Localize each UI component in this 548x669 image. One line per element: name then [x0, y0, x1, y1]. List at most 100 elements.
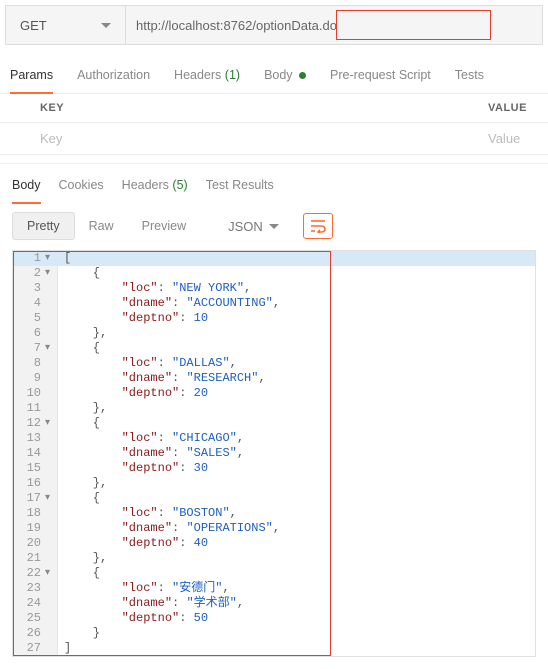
code-content: },	[58, 401, 107, 416]
line-number: 26	[13, 626, 45, 641]
fold-toggle-icon[interactable]: ▾	[45, 341, 58, 356]
fold-toggle-icon	[45, 551, 58, 566]
fold-toggle-icon	[45, 446, 58, 461]
format-select[interactable]: JSON	[218, 213, 289, 240]
wrap-lines-button[interactable]	[303, 213, 333, 239]
line-number: 22	[13, 566, 45, 581]
fold-toggle-icon	[45, 581, 58, 596]
code-content: {	[58, 491, 100, 506]
fold-toggle-icon	[45, 326, 58, 341]
code-line: 3 "loc": "NEW YORK",	[13, 281, 535, 296]
line-number: 17	[13, 491, 45, 506]
request-bar: GET http://localhost:8762/optionData.do	[5, 5, 543, 45]
line-number: 14	[13, 446, 45, 461]
fold-toggle-icon	[45, 281, 58, 296]
code-content: "deptno": 10	[58, 311, 208, 326]
fold-toggle-icon	[45, 641, 58, 656]
line-number: 13	[13, 431, 45, 446]
tab-authorization[interactable]: Authorization	[77, 68, 150, 93]
code-content: "loc": "安德门",	[58, 581, 230, 596]
code-line: 25 "deptno": 50	[13, 611, 535, 626]
fold-toggle-icon	[45, 311, 58, 326]
fold-toggle-icon	[45, 626, 58, 641]
code-line: 23 "loc": "安德门",	[13, 581, 535, 596]
line-number: 24	[13, 596, 45, 611]
view-preview[interactable]: Preview	[128, 213, 200, 239]
fold-toggle-icon	[45, 386, 58, 401]
params-table: KEY VALUE Key Value	[0, 94, 548, 155]
fold-toggle-icon[interactable]: ▾	[45, 251, 58, 266]
fold-toggle-icon	[45, 401, 58, 416]
code-content: "loc": "DALLAS",	[58, 356, 237, 371]
line-number: 5	[13, 311, 45, 326]
http-method-select[interactable]: GET	[6, 6, 126, 44]
code-content: "deptno": 40	[58, 536, 208, 551]
fold-toggle-icon	[45, 596, 58, 611]
line-number: 19	[13, 521, 45, 536]
code-line: 10 "deptno": 20	[13, 386, 535, 401]
line-number: 20	[13, 536, 45, 551]
rtab-headers[interactable]: Headers (5)	[122, 178, 188, 204]
rtab-test-results[interactable]: Test Results	[206, 178, 274, 204]
code-content: [	[58, 251, 71, 266]
fold-toggle-icon[interactable]: ▾	[45, 566, 58, 581]
code-line: 1▾[	[13, 251, 535, 266]
rtab-body[interactable]: Body	[12, 178, 41, 204]
params-row-empty[interactable]: Key Value	[0, 123, 548, 155]
value-input[interactable]: Value	[478, 123, 548, 154]
fold-toggle-icon[interactable]: ▾	[45, 491, 58, 506]
line-number: 10	[13, 386, 45, 401]
code-content: },	[58, 326, 107, 341]
code-content: "loc": "BOSTON",	[58, 506, 237, 521]
line-number: 15	[13, 461, 45, 476]
line-number: 11	[13, 401, 45, 416]
tab-body[interactable]: Body	[264, 68, 306, 93]
chevron-down-icon	[269, 224, 279, 229]
line-number: 8	[13, 356, 45, 371]
code-line: 7▾ {	[13, 341, 535, 356]
view-pretty[interactable]: Pretty	[12, 212, 75, 240]
fold-toggle-icon	[45, 611, 58, 626]
code-content: {	[58, 266, 100, 281]
code-line: 13 "loc": "CHICAGO",	[13, 431, 535, 446]
line-number: 12	[13, 416, 45, 431]
code-line: 20 "deptno": 40	[13, 536, 535, 551]
code-line: 24 "dname": "学术部",	[13, 596, 535, 611]
code-content: }	[58, 626, 100, 641]
code-line: 12▾ {	[13, 416, 535, 431]
line-number: 16	[13, 476, 45, 491]
tab-params[interactable]: Params	[10, 68, 53, 94]
code-line: 22▾ {	[13, 566, 535, 581]
rtab-cookies[interactable]: Cookies	[59, 178, 104, 204]
view-raw[interactable]: Raw	[75, 213, 128, 239]
code-line: 14 "dname": "SALES",	[13, 446, 535, 461]
url-highlight-box	[336, 10, 491, 40]
fold-toggle-icon[interactable]: ▾	[45, 266, 58, 281]
code-line: 8 "loc": "DALLAS",	[13, 356, 535, 371]
code-lines: 1▾[2▾ {3 "loc": "NEW YORK",4 "dname": "A…	[13, 251, 535, 656]
code-content: "deptno": 50	[58, 611, 208, 626]
url-input[interactable]: http://localhost:8762/optionData.do	[126, 6, 542, 44]
code-line: 19 "dname": "OPERATIONS",	[13, 521, 535, 536]
code-line: 21 },	[13, 551, 535, 566]
fold-toggle-icon	[45, 371, 58, 386]
fold-toggle-icon[interactable]: ▾	[45, 416, 58, 431]
url-value: http://localhost:8762/optionData.do	[136, 18, 337, 33]
fold-toggle-icon	[45, 521, 58, 536]
wrap-lines-icon	[310, 219, 326, 233]
code-line: 2▾ {	[13, 266, 535, 281]
fold-toggle-icon	[45, 506, 58, 521]
code-line: 6 },	[13, 326, 535, 341]
tab-tests[interactable]: Tests	[455, 68, 484, 93]
key-input[interactable]: Key	[0, 123, 478, 154]
response-body-viewer[interactable]: 1▾[2▾ {3 "loc": "NEW YORK",4 "dname": "A…	[12, 250, 536, 657]
tab-prerequest[interactable]: Pre-request Script	[330, 68, 431, 93]
fold-toggle-icon	[45, 431, 58, 446]
code-content: "dname": "ACCOUNTING",	[58, 296, 280, 311]
line-number: 2	[13, 266, 45, 281]
tab-headers[interactable]: Headers (1)	[174, 68, 240, 93]
line-number: 25	[13, 611, 45, 626]
code-content: "dname": "RESEARCH",	[58, 371, 266, 386]
http-method-value: GET	[20, 18, 47, 33]
code-content: "loc": "NEW YORK",	[58, 281, 251, 296]
